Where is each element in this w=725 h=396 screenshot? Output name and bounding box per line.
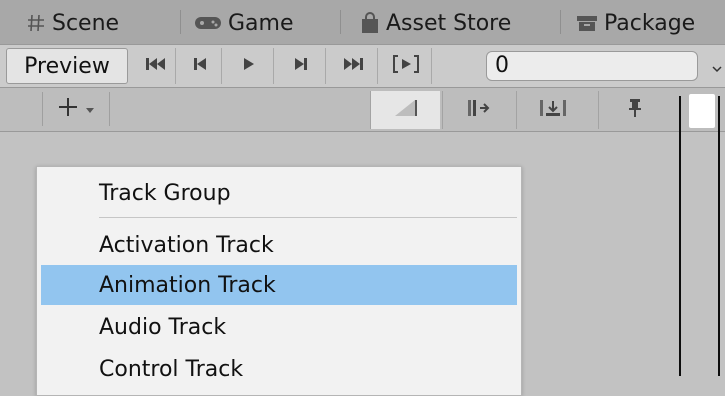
edit-mode-icon	[393, 98, 419, 122]
tab-asset-store[interactable]: Asset Store	[360, 2, 511, 44]
package-icon	[576, 13, 598, 33]
tab-scene-label: Scene	[52, 10, 120, 36]
timeline-divider	[679, 96, 681, 376]
jump-to-start-icon	[145, 56, 167, 76]
add-track-menu: Track Group Activation Track Animation T…	[36, 166, 522, 396]
menu-item-control-track[interactable]: Control Track	[41, 349, 517, 389]
window-tab-bar: Scene Game Asset Store Package	[0, 0, 725, 44]
replace-mode-button[interactable]	[516, 91, 588, 129]
timeline-toolbar: Preview 0	[0, 44, 725, 88]
current-frame-input[interactable]: 0	[486, 51, 698, 81]
tab-game-label: Game	[228, 10, 294, 36]
tab-asset-store-label: Asset Store	[386, 10, 512, 36]
add-track-button[interactable]	[42, 92, 110, 126]
timeline-options-dropdown[interactable]	[708, 53, 725, 81]
ripple-mode-icon	[466, 98, 492, 122]
jump-to-start-button[interactable]	[136, 48, 176, 84]
next-frame-icon	[293, 56, 309, 76]
play-button[interactable]	[224, 48, 274, 84]
next-frame-button[interactable]	[276, 48, 326, 84]
tab-package-label: Package	[604, 10, 696, 36]
plus-icon	[57, 96, 79, 122]
play-icon	[242, 56, 256, 76]
tab-scene[interactable]: Scene	[26, 2, 119, 44]
tab-game[interactable]: Game	[194, 2, 294, 44]
replace-mode-icon	[538, 98, 568, 122]
chevron-down-icon	[711, 58, 722, 77]
pin-button[interactable]	[598, 91, 670, 129]
menu-item-animation-track[interactable]: Animation Track	[41, 265, 517, 305]
play-range-button[interactable]	[380, 48, 432, 84]
pin-icon	[627, 98, 643, 122]
hash-icon	[26, 13, 46, 33]
menu-item-activation-track[interactable]: Activation Track	[41, 225, 517, 265]
playhead-line	[718, 96, 720, 376]
tab-divider	[180, 10, 181, 34]
jump-to-end-icon	[342, 56, 364, 76]
play-range-icon	[392, 54, 420, 78]
gamepad-icon	[194, 14, 222, 32]
tab-divider	[340, 10, 341, 34]
menu-item-track-group[interactable]: Track Group	[41, 173, 517, 213]
ripple-mode-button[interactable]	[442, 91, 514, 129]
tab-divider	[560, 10, 561, 34]
menu-separator	[99, 217, 517, 218]
jump-to-end-button[interactable]	[328, 48, 378, 84]
edit-mode-button[interactable]	[370, 91, 440, 129]
previous-frame-button[interactable]	[178, 48, 222, 84]
track-toolbar	[0, 88, 725, 132]
menu-item-audio-track[interactable]: Audio Track	[41, 307, 517, 347]
playhead-handle[interactable]	[689, 94, 715, 128]
tab-package[interactable]: Package	[576, 2, 695, 44]
shopping-bag-icon	[360, 12, 380, 34]
previous-frame-icon	[192, 56, 208, 76]
preview-button[interactable]: Preview	[6, 48, 128, 84]
chevron-down-icon	[85, 100, 95, 119]
